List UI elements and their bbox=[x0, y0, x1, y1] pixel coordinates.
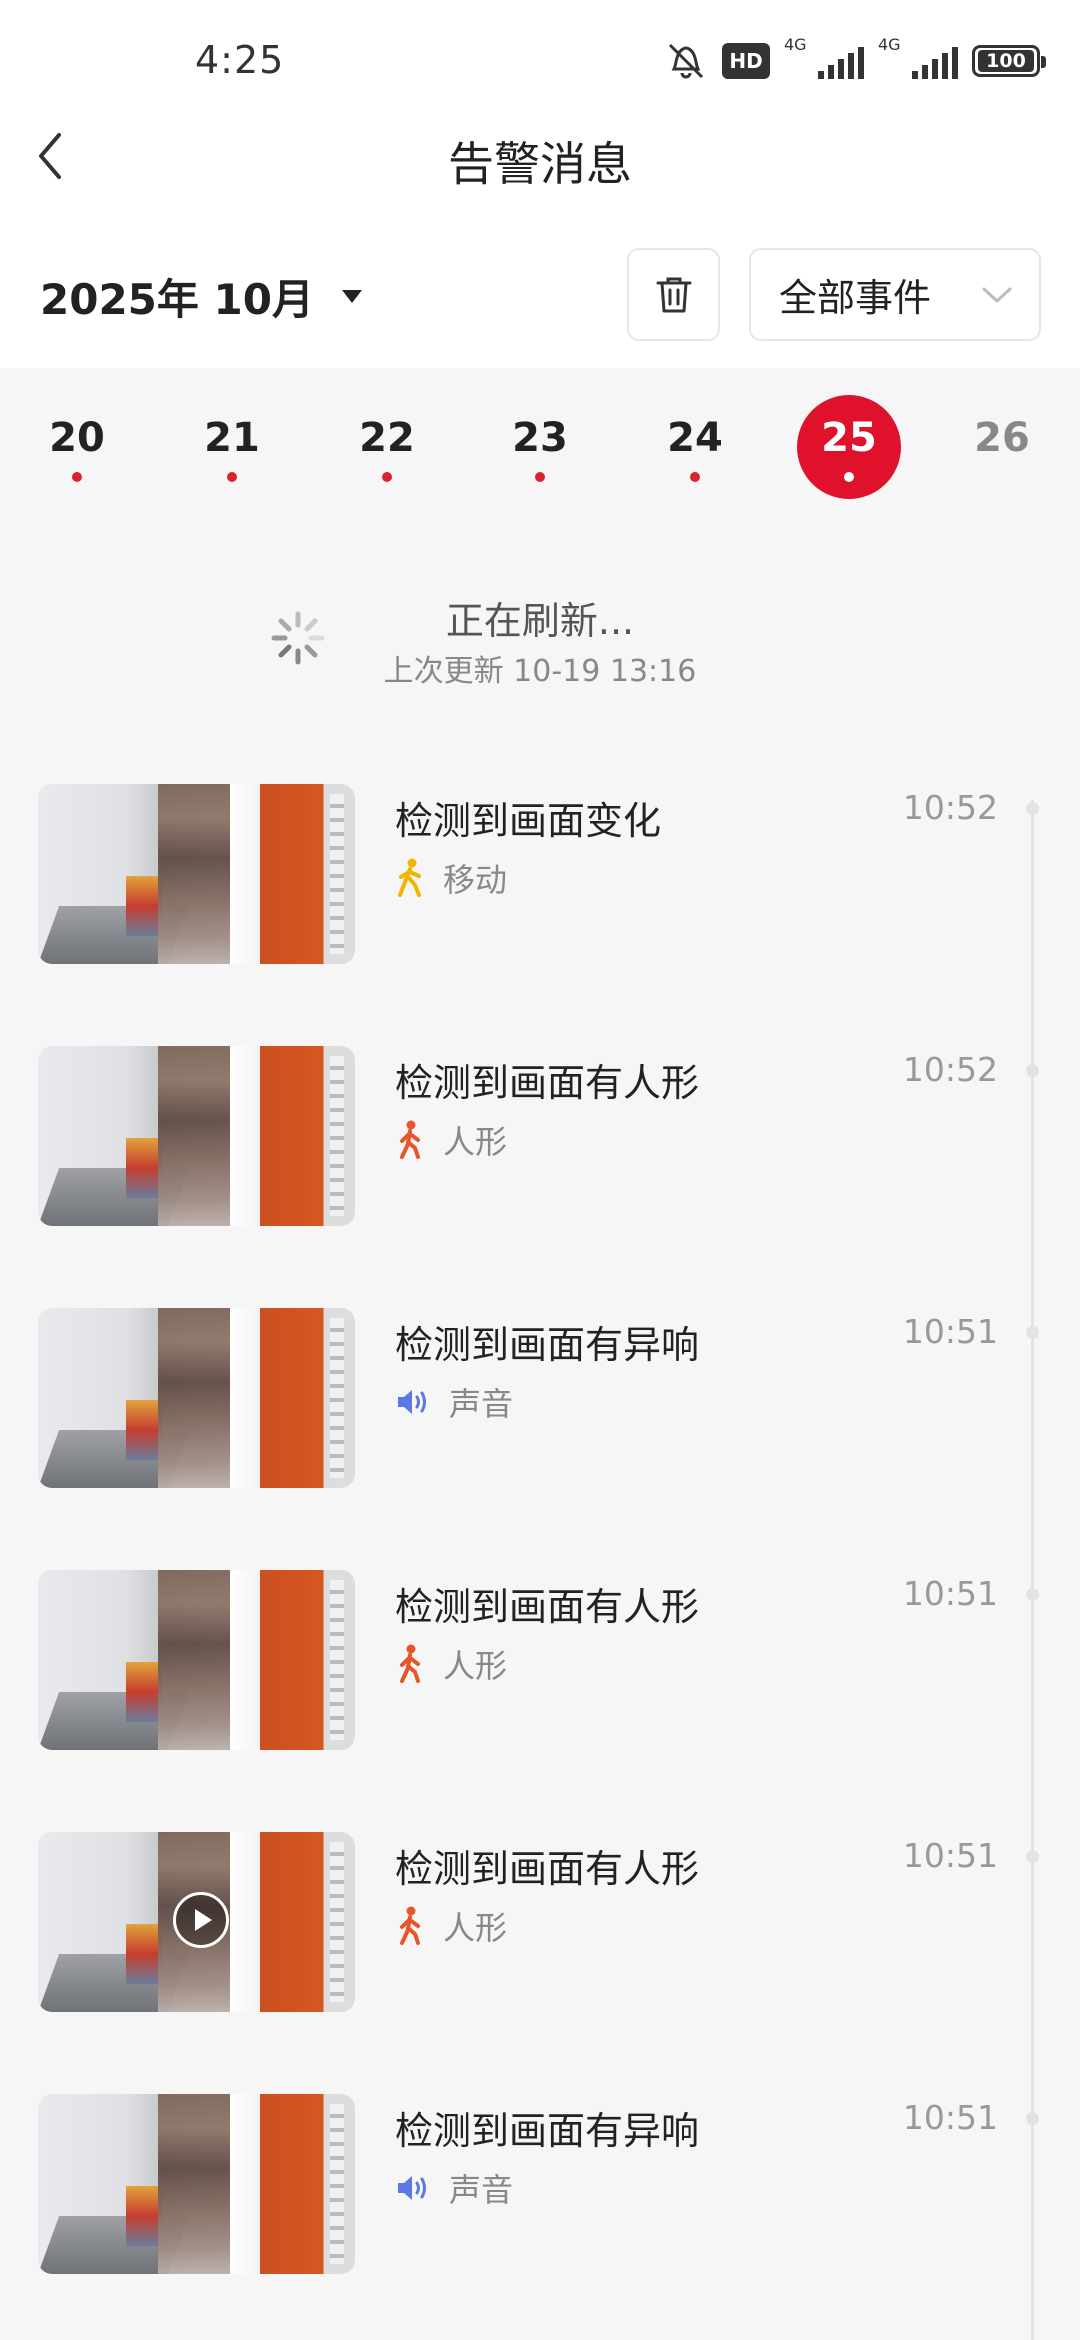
event-time: 10:51 bbox=[902, 1574, 998, 1613]
month-picker[interactable]: 2025年 10月 bbox=[40, 266, 362, 327]
event-time: 10:52 bbox=[902, 788, 998, 827]
event-type: 声音 bbox=[395, 2166, 513, 2210]
silent-bell-icon bbox=[668, 43, 704, 79]
event-type-label: 人形 bbox=[443, 1909, 508, 1947]
event-indicator-dot bbox=[844, 472, 854, 482]
refresh-title: 正在刷新... bbox=[445, 599, 635, 643]
event-thumbnail[interactable] bbox=[38, 1308, 355, 1488]
event-time: 10:51 bbox=[902, 1312, 998, 1351]
caret-down-icon bbox=[341, 290, 362, 303]
date-number: 26 bbox=[974, 415, 1030, 461]
privacy-mosaic bbox=[158, 1570, 230, 1750]
date-number: 21 bbox=[204, 415, 260, 461]
event-indicator-dot bbox=[227, 472, 237, 482]
event-list: 检测到画面变化 移动 10:52 检测到画面有人形 人形 10:52 检测到画面有异响 声音 1… bbox=[0, 782, 1080, 2340]
event-row[interactable]: 检测到画面有异响声音 10:51 bbox=[0, 1306, 1080, 1568]
event-thumbnail[interactable] bbox=[38, 1570, 355, 1750]
event-indicator-dot bbox=[535, 472, 545, 482]
event-title: 检测到画面变化 bbox=[395, 799, 662, 843]
delete-button[interactable] bbox=[627, 248, 720, 341]
event-type: 人形 bbox=[395, 1642, 507, 1686]
event-title: 检测到画面有异响 bbox=[395, 2109, 700, 2153]
event-type-label: 移动 bbox=[443, 861, 508, 899]
date-item-24[interactable]: 24 bbox=[643, 395, 747, 499]
event-row[interactable]: 检测到画面有人形人形 10:51 bbox=[0, 1568, 1080, 1830]
event-filter-select[interactable]: 全部事件 bbox=[749, 248, 1041, 341]
trash-icon bbox=[656, 277, 691, 312]
date-number: 20 bbox=[49, 415, 105, 461]
event-type: 人形 bbox=[395, 1118, 507, 1162]
last-update-text: 上次更新 10-19 13:16 bbox=[383, 654, 697, 689]
event-row[interactable]: 检测到画面有异响声音 10:51 bbox=[0, 2092, 1080, 2340]
event-filter-label: 全部事件 bbox=[779, 276, 932, 320]
hd-badge: HD bbox=[722, 43, 770, 79]
person-icon bbox=[395, 1120, 425, 1160]
status-time: 4:25 bbox=[195, 38, 285, 82]
privacy-mosaic bbox=[158, 1046, 230, 1226]
date-item-26[interactable]: 26 bbox=[950, 395, 1054, 499]
play-icon[interactable] bbox=[173, 1892, 229, 1948]
event-type: 声音 bbox=[395, 1380, 513, 1424]
event-type-label: 人形 bbox=[443, 1123, 508, 1161]
event-indicator-dot bbox=[690, 472, 700, 482]
event-thumbnail[interactable] bbox=[38, 1046, 355, 1226]
event-row[interactable]: 检测到画面有人形人形 10:51 bbox=[0, 1830, 1080, 2092]
speaker-icon bbox=[395, 2172, 431, 2204]
person-icon bbox=[395, 1644, 425, 1684]
date-item-21[interactable]: 21 bbox=[180, 395, 284, 499]
date-number: 24 bbox=[667, 415, 723, 461]
event-thumbnail[interactable] bbox=[38, 2094, 355, 2274]
date-number: 22 bbox=[359, 415, 415, 461]
date-number: 23 bbox=[512, 415, 568, 461]
event-time: 10:51 bbox=[902, 1836, 998, 1875]
status-icons: HD 4G 4G 100 bbox=[664, 35, 1046, 84]
event-indicator-dot bbox=[72, 472, 82, 482]
event-row[interactable]: 检测到画面有人形人形 10:52 bbox=[0, 1044, 1080, 1306]
date-item-23[interactable]: 23 bbox=[488, 395, 592, 499]
person-icon bbox=[395, 1906, 425, 1946]
chevron-down-icon bbox=[982, 287, 1012, 302]
privacy-mosaic bbox=[158, 1308, 230, 1488]
event-indicator-dot bbox=[382, 472, 392, 482]
event-type-label: 声音 bbox=[449, 2171, 514, 2209]
event-title: 检测到画面有人形 bbox=[395, 1847, 700, 1891]
event-indicator-dot bbox=[997, 472, 1007, 482]
event-time: 10:51 bbox=[902, 2098, 998, 2137]
month-label: 2025年 10月 bbox=[40, 275, 314, 324]
signal-icon-1: 4G bbox=[784, 35, 864, 79]
event-thumbnail[interactable] bbox=[38, 784, 355, 964]
event-type-label: 声音 bbox=[449, 1385, 514, 1423]
event-type-label: 人形 bbox=[443, 1647, 508, 1685]
signal-icon-2: 4G bbox=[878, 35, 958, 79]
event-thumbnail[interactable] bbox=[38, 1832, 355, 2012]
event-time: 10:52 bbox=[902, 1050, 998, 1089]
date-item-20[interactable]: 20 bbox=[25, 395, 129, 499]
battery-icon: 100 bbox=[972, 45, 1046, 77]
event-title: 检测到画面有人形 bbox=[395, 1061, 700, 1105]
walking-person-icon bbox=[395, 858, 425, 898]
speaker-icon bbox=[395, 1386, 431, 1418]
event-row[interactable]: 检测到画面变化移动 10:52 bbox=[0, 782, 1080, 1044]
event-type: 移动 bbox=[395, 856, 507, 900]
page-title: 告警消息 bbox=[448, 137, 632, 191]
date-item-25[interactable]: 25 bbox=[797, 395, 901, 499]
privacy-mosaic bbox=[158, 784, 230, 964]
event-title: 检测到画面有人形 bbox=[395, 1585, 700, 1629]
date-number: 25 bbox=[821, 415, 877, 461]
date-strip: 20 21 22 23 24 25 26 bbox=[0, 395, 1080, 505]
event-title: 检测到画面有异响 bbox=[395, 1323, 700, 1367]
event-type: 人形 bbox=[395, 1904, 507, 1948]
privacy-mosaic bbox=[158, 2094, 230, 2274]
date-item-22[interactable]: 22 bbox=[335, 395, 439, 499]
